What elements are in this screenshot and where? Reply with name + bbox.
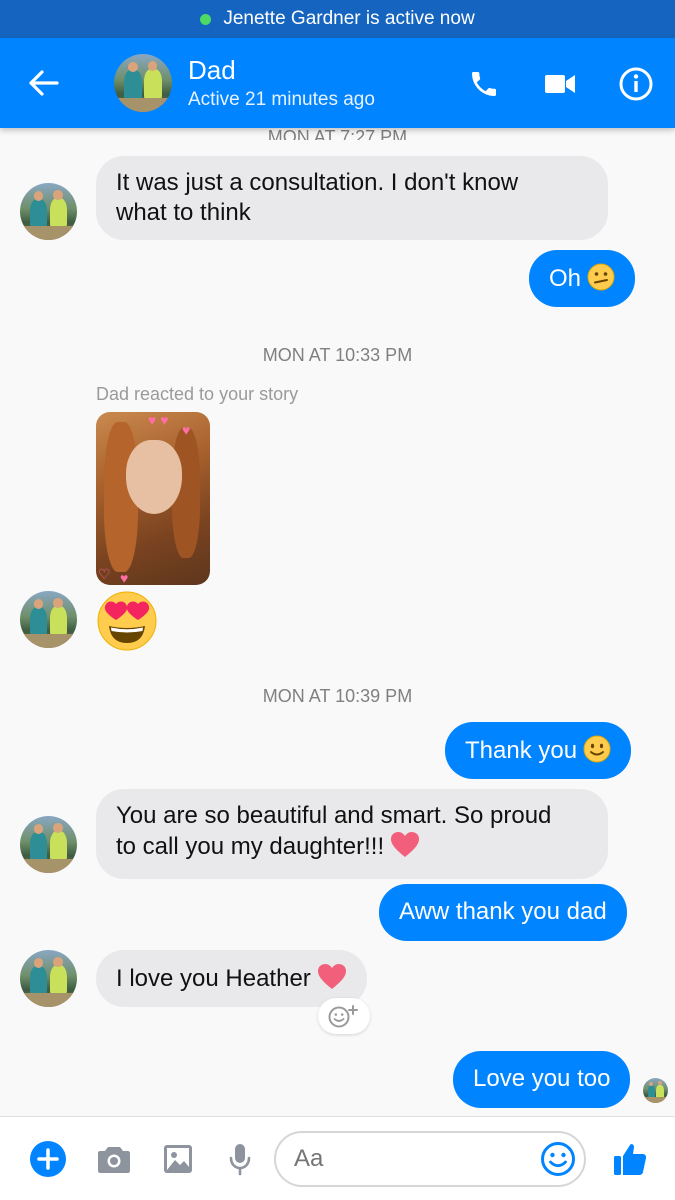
- timestamp-divider: MON AT 10:33 PM: [262, 345, 413, 365]
- outgoing-message[interactable]: Oh: [529, 250, 636, 307]
- outgoing-message[interactable]: Thank you: [445, 722, 632, 779]
- story-reaction-label: Dad reacted to your story: [96, 384, 299, 404]
- phone-icon[interactable]: [462, 62, 506, 106]
- video-camera-icon[interactable]: [538, 62, 582, 106]
- camera-icon[interactable]: [92, 1137, 136, 1181]
- thumbs-up-icon[interactable]: [608, 1137, 652, 1181]
- active-dot-icon: [200, 13, 212, 25]
- sender-avatar[interactable]: [20, 591, 77, 648]
- image-icon[interactable]: [156, 1137, 200, 1181]
- outgoing-message[interactable]: Aww thank you dad: [379, 884, 627, 941]
- message-composer: [0, 1116, 675, 1200]
- timestamp-divider: MON AT 10:39 PM: [262, 686, 413, 706]
- message-text: Love you too: [473, 1065, 611, 1092]
- active-status-banner: Jenette Gardner is active now: [0, 0, 675, 38]
- incoming-message[interactable]: It was just a consultation. I don't know…: [96, 156, 608, 240]
- message-text-line: to call you my daughter!!!: [116, 833, 385, 860]
- message-text: Thank you: [465, 737, 578, 764]
- message-text: Aww thank you dad: [399, 898, 607, 925]
- plus-icon[interactable]: [26, 1137, 70, 1181]
- emoji-icon[interactable]: [538, 1139, 578, 1179]
- info-icon[interactable]: [614, 62, 658, 106]
- heart-emoji: [317, 963, 347, 999]
- add-reaction-icon[interactable]: [318, 998, 370, 1034]
- heart-eyes-emoji[interactable]: [96, 590, 158, 652]
- message-text-line: You are so beautiful and smart. So proud: [116, 802, 552, 829]
- message-text-line: what to think: [116, 199, 251, 226]
- message-text: Oh: [549, 265, 582, 292]
- conversation-header: Dad Active 21 minutes ago: [0, 38, 675, 128]
- outgoing-message[interactable]: Love you too: [453, 1051, 631, 1108]
- contact-avatar[interactable]: [114, 54, 172, 112]
- message-text: I love you Heather: [116, 965, 311, 992]
- back-arrow-icon[interactable]: [22, 63, 66, 103]
- active-status-text: Jenette Gardner is active now: [223, 8, 475, 29]
- mic-icon[interactable]: [218, 1137, 262, 1181]
- smile-emoji: [583, 735, 611, 771]
- sender-avatar[interactable]: [20, 816, 77, 873]
- contact-name[interactable]: Dad: [188, 55, 236, 86]
- incoming-message[interactable]: You are so beautiful and smart. So proud…: [96, 789, 608, 879]
- incoming-message[interactable]: I love you Heather: [96, 950, 367, 1007]
- story-thumbnail[interactable]: ♥ ♥ ♥ ♡ ♥: [96, 412, 210, 585]
- contact-active-status: Active 21 minutes ago: [188, 89, 375, 110]
- sender-avatar[interactable]: [20, 183, 77, 240]
- seen-receipt-avatar: [643, 1078, 668, 1103]
- heart-emoji: [390, 831, 420, 867]
- message-text-line: It was just a consultation. I don't know: [116, 169, 519, 196]
- confused-emoji: [587, 263, 615, 299]
- sender-avatar[interactable]: [20, 950, 77, 1007]
